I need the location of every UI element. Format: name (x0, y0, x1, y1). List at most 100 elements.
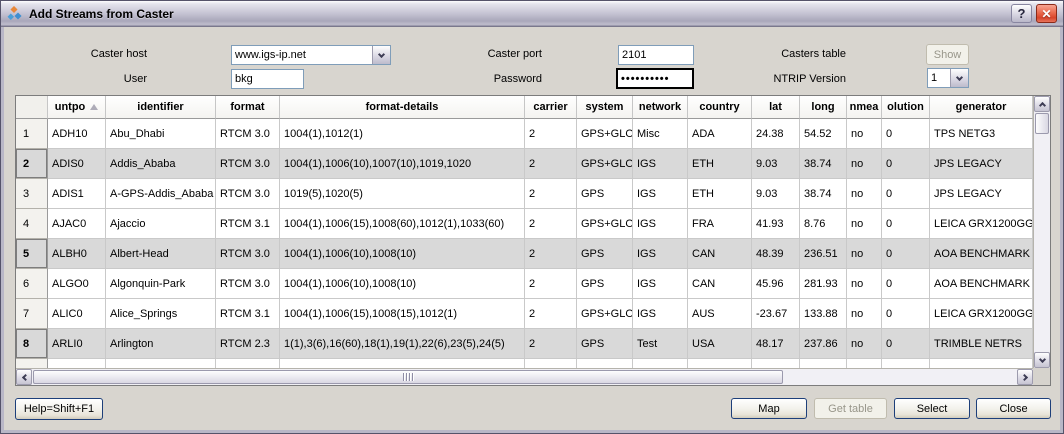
cell-nmea[interactable]: no (847, 329, 882, 359)
cell-format-details[interactable]: 1004(1),1006(10),1007(10),1019,1020 (280, 149, 525, 179)
table-row[interactable]: 9AUCK0AucklandRTCM 3.01004(1),1006(5),10… (16, 359, 1033, 368)
cell-identifier[interactable]: Addis_Ababa (106, 149, 216, 179)
scroll-up-button[interactable] (1034, 96, 1050, 112)
help-shortcut-button[interactable]: Help=Shift+F1 (15, 398, 103, 420)
cell-lat[interactable]: 24.38 (752, 119, 800, 149)
cell-system[interactable]: GPS (577, 239, 633, 269)
vertical-scrollbar[interactable] (1033, 96, 1050, 368)
cell-system[interactable]: GPS+GLO (577, 149, 633, 179)
title-bar[interactable]: Add Streams from Caster ? ✕ (1, 1, 1063, 27)
cell-generator[interactable]: AOA BENCHMARK (930, 239, 1033, 269)
horizontal-scrollbar[interactable] (16, 368, 1033, 385)
cell-network[interactable]: Test (633, 329, 688, 359)
cell-carrier[interactable]: 2 (525, 269, 577, 299)
map-button[interactable]: Map (731, 398, 807, 419)
cell-system[interactable]: GPS+GLO (577, 299, 633, 329)
cell-format[interactable]: RTCM 3.1 (216, 209, 280, 239)
cell-network[interactable]: IGS (633, 179, 688, 209)
row-number-cell[interactable]: 4 (16, 209, 48, 239)
cell-mountpoint[interactable]: ADIS1 (48, 179, 106, 209)
row-number-cell[interactable]: 7 (16, 299, 48, 329)
row-number-cell[interactable]: 3 (16, 179, 48, 209)
cell-network[interactable]: IGS (633, 209, 688, 239)
column-header-format[interactable]: format (216, 96, 280, 119)
cell-network[interactable]: Misc (633, 119, 688, 149)
cell-mountpoint[interactable]: ALIC0 (48, 299, 106, 329)
column-header-format-details[interactable]: format-details (280, 96, 525, 119)
cell-system[interactable]: GPS (577, 329, 633, 359)
cell-generator[interactable]: JPS LEGACY (930, 179, 1033, 209)
cell-network[interactable]: IGS (633, 149, 688, 179)
cell-network[interactable]: IGS (633, 359, 688, 368)
cell-country[interactable]: CAN (688, 269, 752, 299)
cell-solution[interactable]: 0 (882, 329, 930, 359)
cell-generator[interactable]: LEICA GRX1200GG (930, 209, 1033, 239)
cell-lat[interactable]: 9.03 (752, 179, 800, 209)
cell-nmea[interactable]: no (847, 239, 882, 269)
cell-nmea[interactable]: no (847, 269, 882, 299)
cell-format[interactable]: RTCM 3.0 (216, 179, 280, 209)
cell-mountpoint[interactable]: AUCK0 (48, 359, 106, 368)
cell-solution[interactable]: 0 (882, 359, 930, 368)
cell-mountpoint[interactable]: ADH10 (48, 119, 106, 149)
cell-country[interactable]: ADA (688, 119, 752, 149)
column-header-nmea[interactable]: nmea (847, 96, 882, 119)
cell-format-details[interactable]: 1(1),3(6),16(60),18(1),19(1),22(6),23(5)… (280, 329, 525, 359)
cell-format[interactable]: RTCM 3.0 (216, 119, 280, 149)
cell-mountpoint[interactable]: AJAC0 (48, 209, 106, 239)
cell-country[interactable]: FRA (688, 209, 752, 239)
cell-system[interactable]: GPS (577, 269, 633, 299)
cell-carrier[interactable]: 2 (525, 149, 577, 179)
cell-identifier[interactable]: A-GPS-Addis_Ababa (106, 179, 216, 209)
cell-carrier[interactable]: 2 (525, 119, 577, 149)
scroll-left-button[interactable] (16, 369, 32, 385)
cell-format-details[interactable]: 1004(1),1006(15),1008(15),1012(1) (280, 299, 525, 329)
vertical-scroll-thumb[interactable] (1035, 113, 1049, 134)
cell-format[interactable]: RTCM 2.3 (216, 329, 280, 359)
column-header-network[interactable]: network (633, 96, 688, 119)
ntrip-version-dropdown-button[interactable] (950, 69, 968, 87)
table-row[interactable]: 8ARLI0ArlingtonRTCM 2.31(1),3(6),16(60),… (16, 329, 1033, 359)
cell-solution[interactable]: 0 (882, 269, 930, 299)
cell-identifier[interactable]: Abu_Dhabi (106, 119, 216, 149)
table-row[interactable]: 5ALBH0Albert-HeadRTCM 3.01004(1),1006(10… (16, 239, 1033, 269)
row-number-cell[interactable]: 1 (16, 119, 48, 149)
row-number-cell[interactable]: 9 (16, 359, 48, 368)
cell-carrier[interactable]: 2 (525, 209, 577, 239)
cell-long[interactable]: 281.93 (800, 269, 847, 299)
cell-carrier[interactable]: 2 (525, 179, 577, 209)
column-header-long[interactable]: long (800, 96, 847, 119)
column-header-mountpoint[interactable]: untpo (48, 96, 106, 119)
cell-solution[interactable]: 0 (882, 209, 930, 239)
table-row[interactable]: 4AJAC0AjaccioRTCM 3.11004(1),1006(15),10… (16, 209, 1033, 239)
cell-solution[interactable]: 0 (882, 119, 930, 149)
cell-generator[interactable]: TRIMBLE NETR9 (930, 359, 1033, 368)
horizontal-scroll-thumb[interactable] (33, 370, 783, 384)
cell-generator[interactable]: AOA BENCHMARK (930, 269, 1033, 299)
cell-carrier[interactable]: 2 (525, 329, 577, 359)
ntrip-version-combobox[interactable]: 1 (927, 68, 969, 88)
cell-country[interactable]: CAN (688, 239, 752, 269)
column-header-row[interactable] (16, 96, 48, 119)
cell-nmea[interactable]: no (847, 299, 882, 329)
cell-mountpoint[interactable]: ARLI0 (48, 329, 106, 359)
cell-solution[interactable]: 0 (882, 149, 930, 179)
cell-long[interactable]: 237.86 (800, 329, 847, 359)
cell-carrier[interactable]: 2 (525, 359, 577, 368)
cell-carrier[interactable]: 2 (525, 239, 577, 269)
titlebar-help-button[interactable]: ? (1011, 4, 1032, 23)
cell-generator[interactable]: TRIMBLE NETRS (930, 329, 1033, 359)
cell-long[interactable]: 8.76 (800, 209, 847, 239)
cell-lat[interactable]: -36.60 (752, 359, 800, 368)
cell-lat[interactable]: 9.03 (752, 149, 800, 179)
cell-solution[interactable]: 0 (882, 239, 930, 269)
row-number-cell[interactable]: 6 (16, 269, 48, 299)
cell-identifier[interactable]: Alice_Springs (106, 299, 216, 329)
cell-country[interactable]: AUS (688, 299, 752, 329)
column-header-lat[interactable]: lat (752, 96, 800, 119)
cell-lat[interactable]: 48.39 (752, 239, 800, 269)
cell-lat[interactable]: 45.96 (752, 269, 800, 299)
row-number-cell[interactable]: 5 (16, 239, 48, 269)
scroll-down-button[interactable] (1034, 352, 1050, 368)
cell-country[interactable]: USA (688, 329, 752, 359)
